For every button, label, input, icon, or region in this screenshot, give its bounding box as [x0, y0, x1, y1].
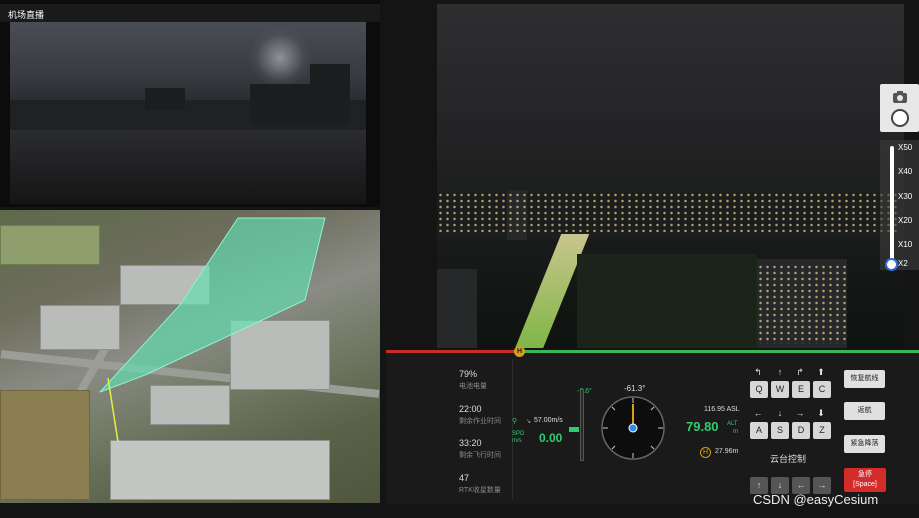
building: [310, 64, 350, 124]
wind-icon: ⚲: [512, 418, 518, 425]
moon-glow: [250, 28, 310, 88]
key-z[interactable]: Z: [813, 422, 831, 439]
gimbal-control-label: 云台控制: [770, 454, 807, 464]
key-d[interactable]: D: [792, 422, 810, 439]
zoom-label-current[interactable]: X2: [898, 259, 908, 268]
descend-icon[interactable]: ⬇: [812, 406, 830, 420]
rtk-satellites-label: RTK收星数量: [459, 487, 501, 494]
map-3d-view[interactable]: [0, 210, 380, 503]
airport-video-feed: [10, 22, 366, 204]
resume-route-button[interactable]: 恢复航线: [844, 370, 885, 388]
remaining-flight-time-value: 33:20: [459, 438, 482, 448]
right-icon[interactable]: →: [791, 406, 809, 420]
altitude-value: 79.80: [686, 419, 719, 434]
home-icon: H: [700, 447, 711, 458]
rotate-left-icon[interactable]: ↰: [749, 365, 767, 379]
battery-label: 电池电量: [459, 383, 487, 390]
emergency-land-button[interactable]: 紧急降落: [844, 435, 885, 453]
key-a[interactable]: A: [750, 422, 768, 439]
battery-ok-bar: [520, 350, 919, 353]
asl-altitude: 116.95 ASL: [704, 406, 740, 413]
zoom-label[interactable]: X30: [898, 192, 912, 201]
up-icon[interactable]: ↑: [771, 365, 789, 379]
left-icon[interactable]: ←: [749, 406, 767, 420]
city-lights: [437, 192, 897, 232]
zoom-label[interactable]: X20: [898, 216, 912, 225]
spd-unit: m/s: [512, 438, 522, 444]
building: [250, 84, 310, 124]
zoom-label[interactable]: X50: [898, 143, 912, 152]
flight-control-panel: H 79% 电池电量 22:00 剩余作业时间 33:20 剩余飞行时间 47 …: [386, 346, 919, 504]
estop-shortcut: [Space]: [853, 481, 877, 488]
building: [437, 269, 477, 348]
down-icon[interactable]: ↓: [771, 406, 789, 420]
camera-fov-polygon: [99, 217, 326, 443]
remaining-flight-time-label: 剩余飞行时间: [459, 452, 501, 459]
key-c[interactable]: C: [813, 381, 831, 398]
photo-panel: [880, 84, 919, 132]
zoom-knob[interactable]: [885, 258, 898, 271]
key-w[interactable]: W: [771, 381, 789, 398]
speed-value: 0.00: [539, 431, 563, 445]
camera-icon[interactable]: [893, 91, 907, 103]
battery-value: 79%: [459, 369, 478, 379]
key-s[interactable]: S: [771, 422, 789, 439]
emergency-stop-button[interactable]: 急停 [Space]: [844, 468, 886, 492]
rotate-right-icon[interactable]: ↱: [791, 365, 809, 379]
divider: [512, 359, 513, 499]
building: [145, 88, 185, 110]
apron-ground: [10, 130, 366, 204]
zoom-slider[interactable]: X50 X40 X30 X20 X10 X2: [880, 140, 919, 271]
return-home-button[interactable]: 返航: [844, 402, 885, 420]
dark-field: [577, 254, 757, 348]
zoom-label[interactable]: X10: [898, 240, 912, 249]
spd-label: SPD: [512, 431, 525, 437]
rtk-satellites-value: 47: [459, 473, 470, 483]
battery-warning-bar: [386, 350, 520, 353]
zoom-track[interactable]: [890, 146, 894, 264]
remaining-work-time-label: 剩余作业时间: [459, 418, 501, 425]
wind-speed: 57.00m/s: [534, 417, 563, 424]
shutter-button[interactable]: [891, 109, 909, 127]
compass-dial: [601, 396, 665, 460]
wind-arrow-icon: ↘: [526, 419, 532, 425]
ascend-icon[interactable]: ⬆: [812, 365, 830, 379]
alt-label: ALT: [727, 421, 738, 427]
heading-value: -61.3°: [624, 384, 646, 393]
drone-camera-feed: [437, 4, 904, 348]
alt-unit: m: [733, 429, 738, 435]
estop-label: 急停: [858, 471, 872, 478]
vertical-speed-indicator: [569, 427, 579, 432]
watermark: CSDN @easyCesium: [753, 492, 879, 507]
key-q[interactable]: Q: [750, 381, 768, 398]
key-e[interactable]: E: [792, 381, 810, 398]
home-distance: 27.96m: [715, 448, 739, 455]
remaining-work-time-value: 22:00: [459, 404, 482, 414]
airport-live-title: 机场直播: [0, 4, 380, 22]
zoom-label[interactable]: X40: [898, 167, 912, 176]
airport-live-panel: 机场直播: [0, 0, 380, 207]
home-marker-icon: H: [514, 346, 525, 357]
vertical-speed-bar: [580, 389, 584, 461]
building-lights: [757, 264, 847, 344]
